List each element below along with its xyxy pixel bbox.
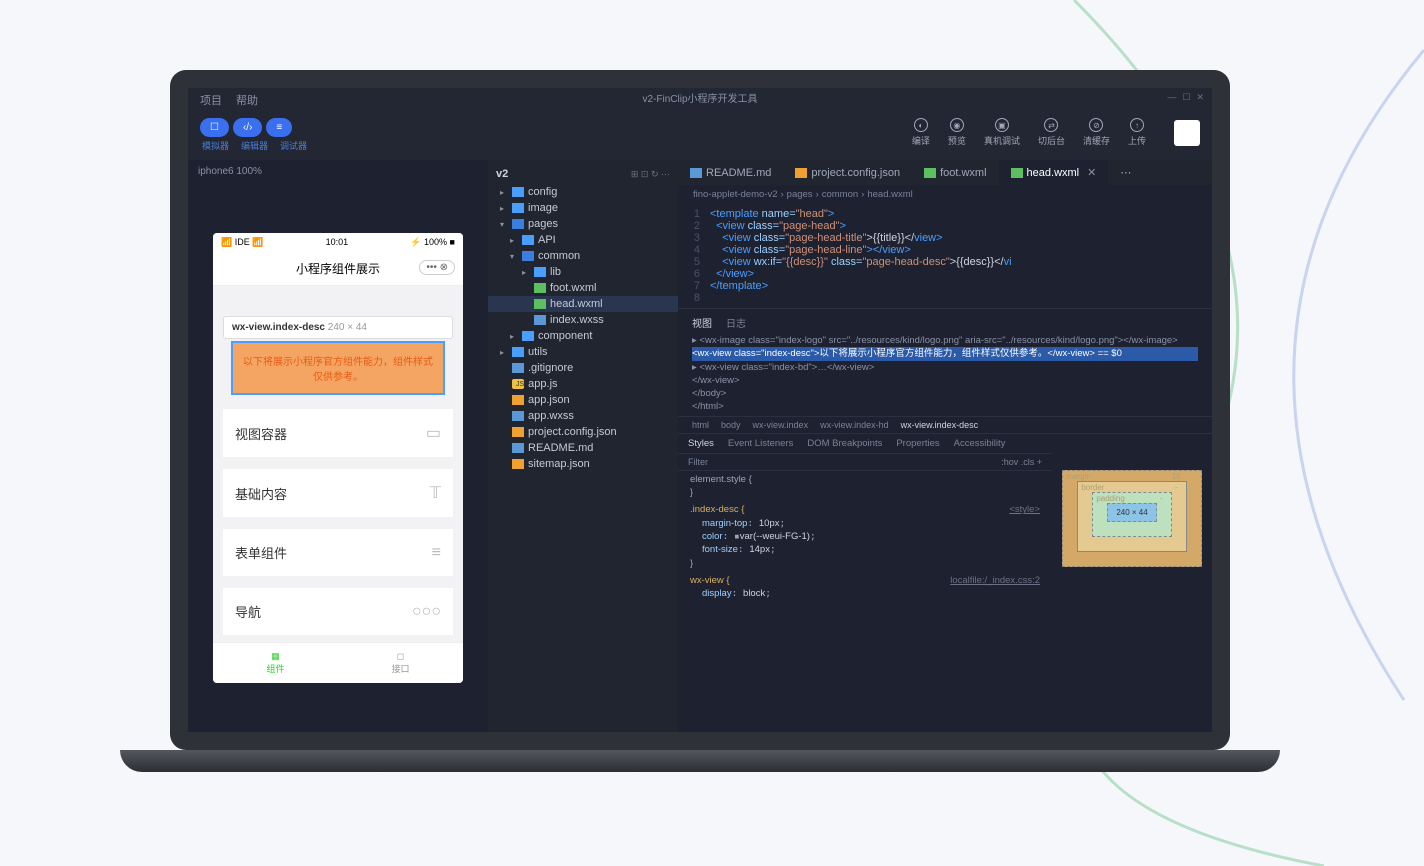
accessibility-tab[interactable]: Accessibility (954, 438, 1006, 449)
compile-icon: ◐ (914, 118, 928, 132)
component-icon: ▦ (221, 651, 330, 662)
event-listeners-tab[interactable]: Event Listeners (728, 438, 793, 449)
menu-help[interactable]: 帮助 (236, 92, 258, 108)
device-icon: ▣ (995, 118, 1009, 132)
folder-config[interactable]: ▸config (488, 184, 678, 200)
properties-tab[interactable]: Properties (896, 438, 939, 449)
pill-simulator-icon[interactable]: ☐ (200, 118, 229, 137)
phone-tab-component[interactable]: ▦组件 (213, 643, 338, 683)
folder-lib[interactable]: ▸lib (488, 264, 678, 280)
tab-project-config[interactable]: project.config.json (783, 160, 912, 185)
upload-icon: ↑ (1130, 118, 1144, 132)
phone-simulator: 📶 IDE 📶10:01⚡ 100% ■ 小程序组件展示 ••• ⊗ wx-vi… (213, 233, 463, 683)
text-icon: 𝕋 (430, 483, 441, 503)
tab-head[interactable]: head.wxml✕ (999, 160, 1109, 185)
breadcrumb[interactable]: fino-applet-demo-v2›pages›common›head.wx… (678, 185, 1212, 204)
menu-form[interactable]: 表单组件≡ (223, 529, 453, 576)
menu-basic-content[interactable]: 基础内容𝕋 (223, 469, 453, 517)
simulator-pane: iphone6 100% 📶 IDE 📶10:01⚡ 100% ■ 小程序组件展… (188, 160, 488, 750)
action-clear-cache[interactable]: ⊘清缓存 (1083, 118, 1110, 147)
api-icon: ◻ (346, 651, 455, 662)
editor-pane: README.md project.config.json foot.wxml … (678, 160, 1212, 750)
action-real-device[interactable]: ▣真机调试 (984, 118, 1020, 147)
file-foot-wxml[interactable]: foot.wxml (488, 280, 678, 296)
close-tab-icon[interactable]: ✕ (1087, 166, 1096, 179)
app-title: v2-FinClip小程序开发工具 (642, 90, 757, 105)
code-editor[interactable]: 1<template name="head"> 2 <view class="p… (678, 204, 1212, 308)
dom-tree[interactable]: ▸ <wx-image class="index-logo" src="../r… (678, 332, 1212, 416)
file-app-wxss[interactable]: app.wxss (488, 408, 678, 424)
folder-api[interactable]: ▸API (488, 232, 678, 248)
selected-element-highlight[interactable]: 以下将展示小程序官方组件能力，组件样式仅供参考。 (233, 343, 443, 393)
action-upload[interactable]: ↑上传 (1128, 118, 1146, 147)
file-sitemap[interactable]: sitemap.json (488, 456, 678, 472)
phone-statusbar: 📶 IDE 📶10:01⚡ 100% ■ (213, 233, 463, 252)
pill-debugger-label: 调试器 (280, 139, 307, 152)
action-preview[interactable]: ◉预览 (948, 118, 966, 147)
window-controls[interactable]: —☐✕ (1167, 92, 1204, 103)
folder-image[interactable]: ▸image (488, 200, 678, 216)
menu-nav[interactable]: 导航○○○ (223, 588, 453, 635)
more-icon: ○○○ (412, 603, 441, 621)
folder-pages[interactable]: ▾pages (488, 216, 678, 232)
box-model[interactable]: margin10 border- padding- 240 × 44 (1052, 434, 1212, 603)
dom-tab-view[interactable]: 视图 (692, 315, 712, 330)
pill-debugger-icon[interactable]: ≡ (266, 118, 292, 137)
menu-project[interactable]: 项目 (200, 92, 222, 108)
dom-breadcrumb[interactable]: htmlbodywx-view.indexwx-view.index-hdwx-… (678, 416, 1212, 433)
dom-tab-log[interactable]: 日志 (726, 315, 746, 330)
user-avatar[interactable] (1174, 120, 1200, 146)
device-info[interactable]: iphone6 100% (188, 160, 488, 183)
file-app-json[interactable]: app.json (488, 392, 678, 408)
file-index-wxss[interactable]: index.wxss (488, 312, 678, 328)
styles-panel: Styles Event Listeners DOM Breakpoints P… (678, 434, 1052, 603)
file-readme[interactable]: README.md (488, 440, 678, 456)
file-explorer: v2 ⊞ ⊡ ↻ ⋯ ▸config ▸image ▾pages ▸API ▾co… (488, 160, 678, 750)
file-project-config[interactable]: project.config.json (488, 424, 678, 440)
pill-editor-icon[interactable]: ‹/› (233, 118, 262, 137)
tab-more[interactable]: ⋯ (1108, 160, 1143, 185)
pill-editor-label: 编辑器 (241, 139, 268, 152)
dom-breakpoints-tab[interactable]: DOM Breakpoints (807, 438, 882, 449)
capsule-button[interactable]: ••• ⊗ (419, 260, 455, 275)
tab-readme[interactable]: README.md (678, 160, 783, 185)
element-style-rule[interactable]: element.style {} (678, 471, 1052, 502)
inspector-tooltip: wx-view.index-desc 240 × 44 (223, 316, 453, 339)
styles-tab[interactable]: Styles (688, 438, 714, 449)
switch-icon: ⇄ (1044, 118, 1058, 132)
preview-icon: ◉ (950, 118, 964, 132)
action-compile[interactable]: ◐编译 (912, 118, 930, 147)
file-app-js[interactable]: JSapp.js (488, 376, 678, 392)
editor-tabs: README.md project.config.json foot.wxml … (678, 160, 1212, 185)
menu-view-container[interactable]: 视图容器▭ (223, 409, 453, 457)
folder-common[interactable]: ▾common (488, 248, 678, 264)
folder-component[interactable]: ▸component (488, 328, 678, 344)
list-icon: ≡ (432, 544, 441, 562)
wx-view-rule[interactable]: wx-view {localfile:/_index.css:2 display… (678, 572, 1052, 603)
project-root[interactable]: v2 (496, 168, 508, 180)
index-desc-rule[interactable]: .index-desc {<style> margin-top: 10px; c… (678, 501, 1052, 571)
container-icon: ▭ (426, 423, 441, 443)
explorer-actions[interactable]: ⊞ ⊡ ↻ ⋯ (631, 169, 670, 180)
phone-tab-api[interactable]: ◻接口 (338, 643, 463, 683)
action-switch-bg[interactable]: ⇄切后台 (1038, 118, 1065, 147)
file-gitignore[interactable]: .gitignore (488, 360, 678, 376)
tab-foot[interactable]: foot.wxml (912, 160, 998, 185)
styles-filter[interactable]: Filter (688, 457, 708, 467)
clear-icon: ⊘ (1089, 118, 1103, 132)
dom-inspector: 视图日志 ▸ <wx-image class="index-logo" src=… (678, 308, 1212, 606)
cls-toggle[interactable]: .cls (1021, 457, 1035, 467)
folder-utils[interactable]: ▸utils (488, 344, 678, 360)
pill-simulator-label: 模拟器 (202, 139, 229, 152)
view-mode-pills: ☐ ‹/› ≡ 模拟器 编辑器 调试器 (200, 118, 307, 152)
file-head-wxml[interactable]: head.wxml (488, 296, 678, 312)
phone-title: 小程序组件展示 ••• ⊗ (213, 252, 463, 286)
hov-toggle[interactable]: :hov (1001, 457, 1018, 467)
